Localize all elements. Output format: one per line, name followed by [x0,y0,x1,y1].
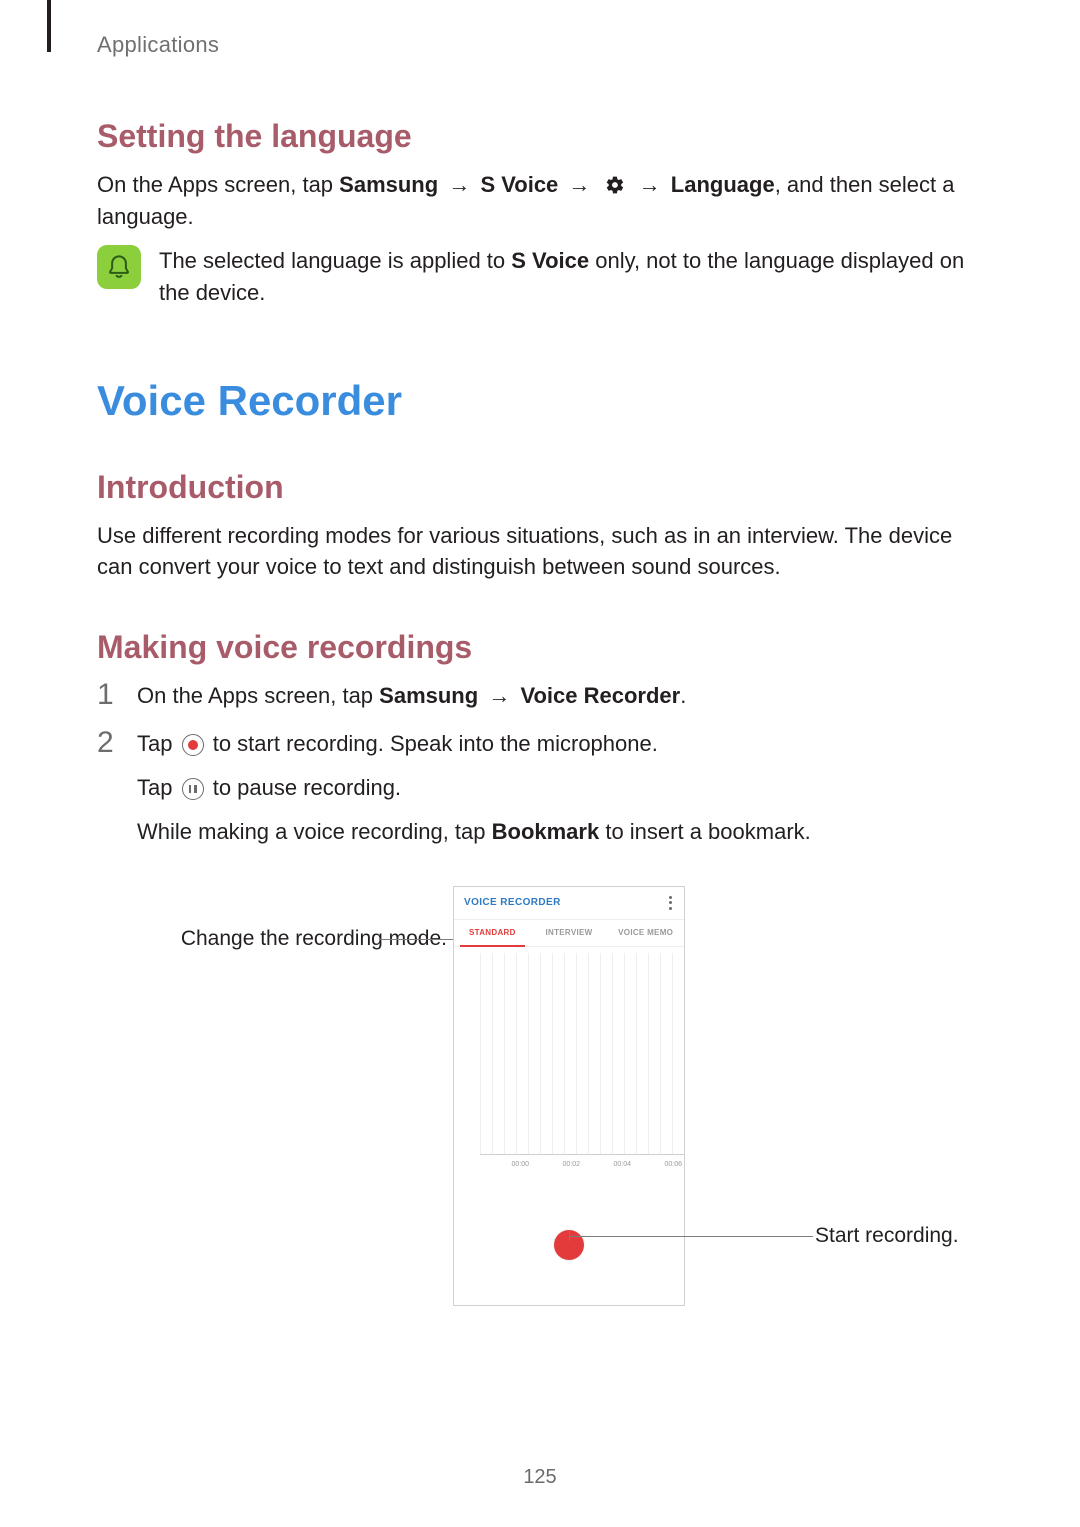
setting-language-instruction: On the Apps screen, tap Samsung → S Voic… [97,169,983,233]
step-2-body: Tap to start recording. Speak into the m… [137,728,983,860]
heading-setting-language: Setting the language [97,118,983,155]
text: to start recording. Speak into the micro… [207,731,658,756]
more-options-icon[interactable] [667,894,674,912]
note-block: The selected language is applied to S Vo… [97,245,983,309]
bold-voice-recorder: Voice Recorder [520,683,680,708]
arrow-icon: → [448,169,470,201]
time-label: 00:00 [480,1161,531,1175]
heading-voice-recorder: Voice Recorder [97,377,983,425]
note-bell-icon [97,245,141,289]
recording-mode-tabs: STANDARD INTERVIEW VOICE MEMO [454,919,684,947]
step-number: 1 [97,680,123,712]
callout-line [569,1236,813,1237]
heading-making-recordings: Making voice recordings [97,629,983,666]
step-2-line-1: Tap to start recording. Speak into the m… [137,728,983,760]
tab-interview[interactable]: INTERVIEW [531,920,608,946]
tab-standard[interactable]: STANDARD [454,920,531,946]
text: Tap [137,731,179,756]
text: to pause recording. [207,775,401,800]
waveform-baseline [480,1154,684,1155]
note-text: The selected language is applied to S Vo… [159,245,983,309]
step-number: 2 [97,728,123,860]
voice-recorder-figure: Change the recording mode. VOICE RECORDE… [97,886,983,1336]
step-2-line-3: While making a voice recording, tap Book… [137,816,983,848]
text: to insert a bookmark. [599,819,811,844]
phone-screenshot: VOICE RECORDER STANDARD INTERVIEW VOICE … [453,886,685,1306]
text: On the Apps screen, tap [97,172,339,197]
time-label: 00:06 [633,1161,684,1175]
page-edge-marker [47,0,51,52]
step-2: 2 Tap to start recording. Speak into the… [97,728,983,860]
bold-samsung: Samsung [339,172,438,197]
tab-voice-memo[interactable]: VOICE MEMO [607,920,684,946]
text: Tap [137,775,179,800]
step-1-body: On the Apps screen, tap Samsung → Voice … [137,680,983,712]
time-axis: 00:00 00:02 00:04 00:06 [480,1161,684,1175]
text: On the Apps screen, tap [137,683,379,708]
callout-text: Start recording. [815,1224,959,1247]
callout-change-mode: Change the recording mode. [147,927,447,951]
bold-samsung: Samsung [379,683,478,708]
pause-icon [182,778,204,800]
callout-tick [569,1231,570,1241]
phone-app-title: VOICE RECORDER [464,897,561,908]
phone-titlebar: VOICE RECORDER [454,887,684,919]
text: While making a voice recording, tap [137,819,492,844]
record-controls [454,1185,684,1305]
arrow-icon: → [568,169,590,201]
callout-start-recording: Start recording. [685,1224,1075,1248]
page-number: 125 [0,1466,1080,1489]
time-label: 00:04 [582,1161,633,1175]
step-2-line-2: Tap to pause recording. [137,772,983,804]
bold-svoice: S Voice [480,172,558,197]
text: The selected language is applied to [159,248,511,273]
page-content: Applications Setting the language On the… [97,0,983,1336]
step-1: 1 On the Apps screen, tap Samsung → Voic… [97,680,983,712]
heading-introduction: Introduction [97,469,983,506]
arrow-icon: → [639,169,661,201]
bold-svoice: S Voice [511,248,589,273]
time-label: 00:02 [531,1161,582,1175]
text: . [680,683,686,708]
arrow-icon: → [488,680,510,712]
waveform-area: 00:00 00:02 00:04 00:06 [454,947,684,1185]
record-icon [182,734,204,756]
breadcrumb: Applications [97,32,983,58]
bold-language: Language [671,172,775,197]
introduction-body: Use different recording modes for variou… [97,520,983,584]
gear-icon [605,175,625,195]
bold-bookmark: Bookmark [492,819,600,844]
